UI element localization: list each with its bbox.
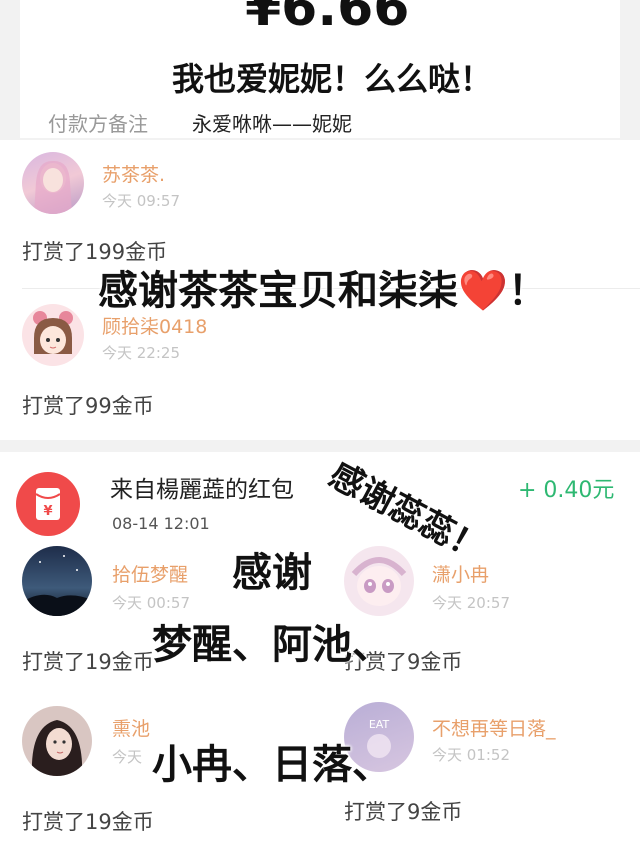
red-packet-amount: + 0.40元: [518, 478, 615, 503]
red-packet-date: 08-14 12:01: [112, 514, 210, 533]
payment-amount: ¥6.66: [245, 0, 410, 38]
heart-icon: ❤️: [458, 268, 508, 314]
caption-thanks-chacha-text: 感谢茶茶宝贝和柒柒: [98, 268, 458, 314]
gift-sender-name[interactable]: 苏茶茶.: [102, 160, 165, 187]
caption-love-nini: 我也爱妮妮！么么哒！: [172, 60, 493, 98]
cartoon-girl-avatar[interactable]: [22, 304, 84, 366]
caption-thanks-chacha-end: ！: [507, 268, 548, 314]
gift-time: 今天 22:25: [102, 344, 180, 362]
gift-reward: 打赏了99金币: [22, 394, 154, 418]
remark-label: 付款方备注: [48, 112, 148, 136]
gift-sender-name[interactable]: 拾伍梦醒: [112, 560, 188, 587]
gift-time: 今天 20:57: [432, 594, 510, 612]
svg-text:¥: ¥: [43, 504, 52, 519]
red-packet-card[interactable]: ¥ 来自楊麗蕋的红包 + 0.40元 08-14 12:01: [0, 452, 640, 538]
svg-text:EAT: EAT: [369, 718, 390, 731]
gift-reward: 打赏了9金币: [344, 800, 463, 824]
gift-sender-name[interactable]: 不想再等日落_: [432, 714, 556, 741]
caption-names-2: 小冉、日落、: [152, 742, 392, 788]
remark-value: 永爱咻咻——妮妮: [192, 112, 352, 136]
gift-reward: 打赏了19金币: [22, 810, 154, 834]
pink-hair-girl-avatar[interactable]: [22, 152, 84, 214]
gift-sender-name[interactable]: 熏池: [112, 714, 150, 741]
gift-reward: 打赏了19金币: [22, 650, 154, 674]
gift-time: 今天 01:52: [432, 746, 510, 764]
gift-sender-name[interactable]: 顾拾柒0418: [102, 312, 207, 339]
caption-thanks: 感谢: [232, 550, 312, 596]
red-packet-title: 来自楊麗蕋的红包: [110, 477, 294, 503]
gift-time: 今天 00:57: [112, 594, 190, 612]
gift-time: 今天: [112, 748, 143, 766]
gift-list-grid: 拾伍梦醒 今天 00:57 打赏了19金币 潇小冉 今天 20:57 打赏了9金…: [0, 538, 640, 853]
caption-thanks-chacha: 感谢茶茶宝贝和柒柒❤️！: [98, 258, 548, 316]
caption-names-1: 梦醒、阿池、: [152, 622, 392, 668]
night-sky-avatar[interactable]: [22, 546, 92, 616]
girl-photo-avatar[interactable]: [22, 706, 92, 776]
red-envelope-icon: ¥: [16, 472, 80, 536]
gift-time: 今天 09:57: [102, 192, 180, 210]
anime-face-avatar[interactable]: [344, 546, 414, 616]
